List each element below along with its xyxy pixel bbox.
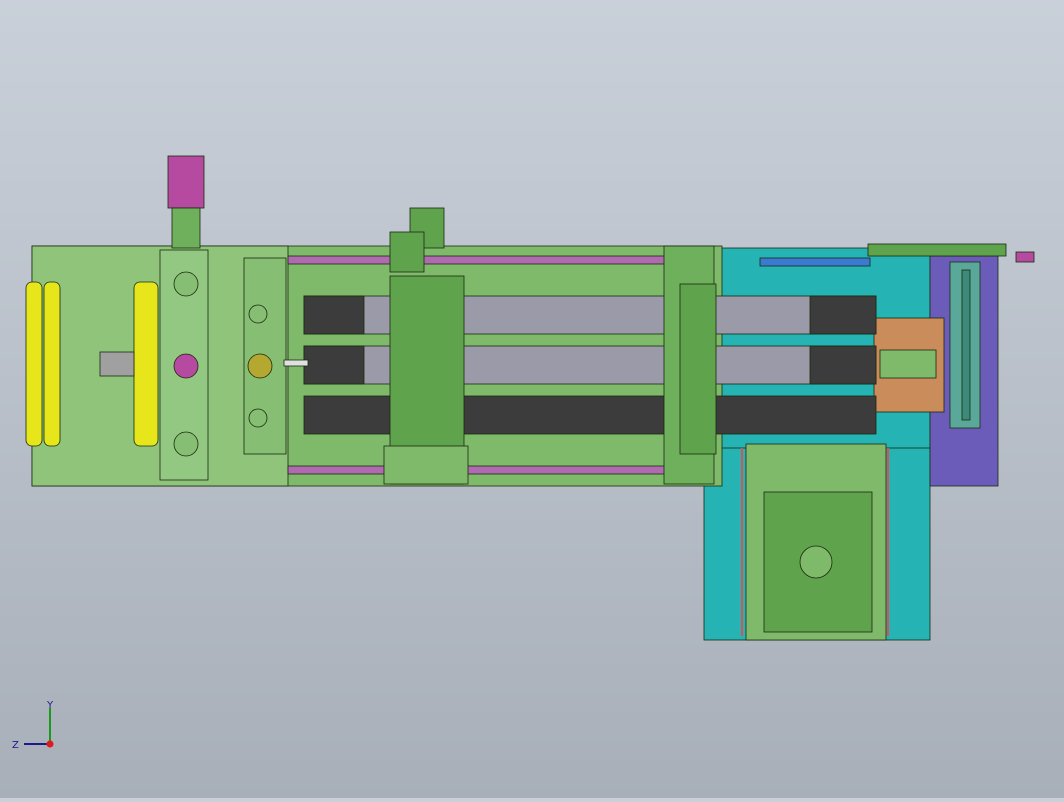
cylinder [759,257,871,267]
gearbox [171,207,201,249]
origin-dot [46,740,54,748]
drive-motor [167,155,205,209]
cad-viewport[interactable] [0,0,1064,798]
sensor-block [1015,251,1035,263]
coupling [173,353,199,379]
motor-b [389,231,425,273]
rail-top [287,255,669,265]
cad-model-drawing [25,155,1035,641]
y-axis-label: Y [46,700,54,711]
top-right-bracket [867,243,1007,257]
z-axis-label: Z [12,740,19,751]
shaft [283,359,309,367]
roller-2 [43,281,61,447]
roller-3 [133,281,159,447]
rail-bottom [287,465,669,475]
axis-triad: Y Z [12,700,54,751]
slide-block [99,351,135,377]
roller-1 [25,281,43,447]
encoder [247,353,273,379]
lower-hole [799,545,833,579]
